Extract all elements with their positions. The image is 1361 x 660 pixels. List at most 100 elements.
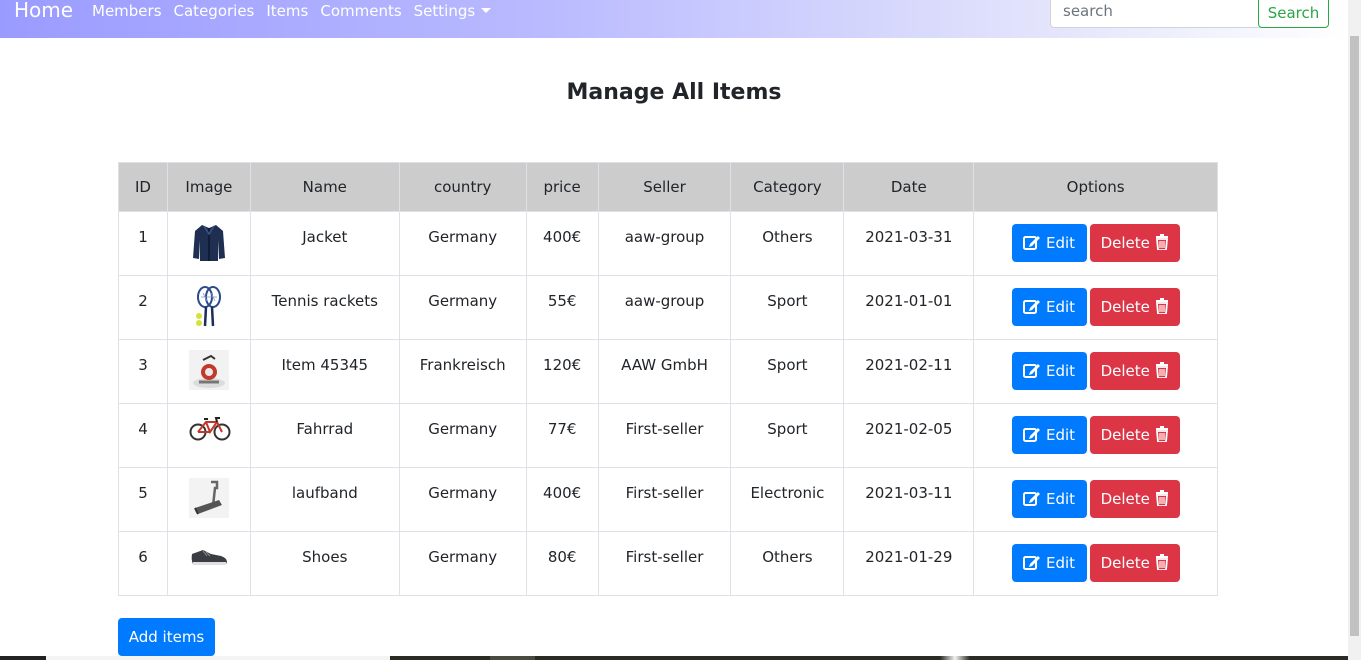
cell-name: laufband: [249, 467, 400, 532]
col-header-image: Image: [166, 162, 251, 212]
cell-seller: AAW GmbH: [597, 339, 732, 404]
cell-options: Edit Delete: [973, 275, 1218, 340]
edit-button[interactable]: Edit: [1011, 544, 1087, 582]
cell-id: 3: [118, 339, 168, 404]
delete-label: Delete: [1100, 362, 1150, 380]
edit-icon: [1023, 364, 1041, 378]
cell-country: Germany: [398, 211, 527, 276]
delete-label: Delete: [1100, 554, 1150, 572]
col-header-options: Options: [973, 162, 1218, 212]
cell-id: 5: [118, 467, 168, 532]
cell-image: [166, 531, 251, 596]
edit-label: Edit: [1045, 426, 1076, 444]
cell-options: Edit Delete: [973, 467, 1218, 532]
exercise-bike-image: [188, 350, 229, 390]
trash-icon: [1155, 554, 1168, 571]
cell-category: Sport: [730, 275, 845, 340]
delete-button[interactable]: Delete: [1089, 352, 1180, 390]
cell-country: Germany: [398, 275, 527, 340]
trash-icon: [1155, 362, 1168, 379]
cell-options: Edit Delete: [973, 339, 1218, 404]
cell-country: Germany: [398, 531, 527, 596]
add-items-button[interactable]: Add items: [118, 618, 215, 656]
nav-link-categories[interactable]: Categories: [174, 2, 255, 20]
trash-icon: [1155, 298, 1168, 315]
table-row: 3 Item 45345 Frankreisch 120€ AAW GmbH Sport 2…: [118, 339, 1218, 404]
delete-label: Delete: [1100, 298, 1150, 316]
cell-options: Edit Delete: [973, 531, 1218, 596]
edit-icon: [1023, 556, 1041, 570]
cell-id: 1: [118, 211, 168, 276]
delete-label: Delete: [1100, 426, 1150, 444]
delete-button[interactable]: Delete: [1089, 416, 1180, 454]
cell-country: Germany: [398, 467, 527, 532]
cell-date: 2021-03-31: [843, 211, 975, 276]
cell-id: 2: [118, 275, 168, 340]
tennis-rackets-image: [189, 286, 229, 327]
table-row: 4 Fahrrad Germany 77€ First-seller Sport 2021-…: [118, 403, 1218, 468]
taskbar-strip: [0, 656, 1348, 660]
cell-seller: First-seller: [597, 467, 732, 532]
edit-label: Edit: [1045, 234, 1076, 252]
cell-category: Sport: [730, 339, 845, 404]
caret-down-icon: [481, 8, 492, 13]
table-row: 5 laufband Germany 400€ First-seller Electron…: [118, 467, 1218, 532]
delete-button[interactable]: Delete: [1089, 288, 1180, 326]
delete-label: Delete: [1100, 234, 1150, 252]
cell-id: 4: [118, 403, 168, 468]
nav-link-items[interactable]: Items: [266, 2, 308, 20]
items-table: ID Image Name country price Seller Categ…: [118, 162, 1218, 596]
cell-country: Frankreisch: [398, 339, 527, 404]
nav-link-members[interactable]: Members: [92, 2, 162, 20]
cell-image: [166, 403, 251, 468]
search-input[interactable]: [1050, 0, 1262, 28]
col-header-seller: Seller: [597, 162, 732, 212]
col-header-date: Date: [843, 162, 975, 212]
cell-date: 2021-01-01: [843, 275, 975, 340]
shoe-image: [189, 542, 229, 582]
edit-icon: [1023, 236, 1041, 250]
vertical-scrollbar[interactable]: [1348, 0, 1361, 660]
navbar: Home Members Categories Items Comments S…: [0, 0, 1348, 38]
cell-id: 6: [118, 531, 168, 596]
delete-button[interactable]: Delete: [1089, 544, 1180, 582]
cell-price: 120€: [525, 339, 599, 404]
edit-button[interactable]: Edit: [1011, 416, 1087, 454]
cell-price: 55€: [525, 275, 599, 340]
scrollbar-thumb[interactable]: [1350, 36, 1359, 636]
edit-label: Edit: [1045, 362, 1076, 380]
cell-name: Shoes: [249, 531, 400, 596]
cell-name: Item 45345: [249, 339, 400, 404]
col-header-country: country: [398, 162, 527, 212]
col-header-name: Name: [249, 162, 400, 212]
cell-name: Jacket: [249, 211, 400, 276]
cell-category: Others: [730, 211, 845, 276]
table-row: 1 Jacket Germany 400€ aaw-group Others 2021-03…: [118, 211, 1218, 276]
edit-button[interactable]: Edit: [1011, 352, 1087, 390]
cell-image: [166, 339, 251, 404]
cell-date: 2021-02-05: [843, 403, 975, 468]
edit-icon: [1023, 428, 1041, 442]
edit-button[interactable]: Edit: [1011, 224, 1087, 262]
treadmill-image: [188, 478, 229, 518]
page-title: Manage All Items: [566, 80, 782, 105]
cell-seller: aaw-group: [597, 211, 732, 276]
nav-dropdown-settings[interactable]: Settings: [414, 2, 492, 20]
search-button[interactable]: Search: [1258, 0, 1329, 28]
cell-category: Others: [730, 531, 845, 596]
delete-button[interactable]: Delete: [1089, 224, 1180, 262]
edit-button[interactable]: Edit: [1011, 288, 1087, 326]
cell-seller: First-seller: [597, 403, 732, 468]
cell-country: Germany: [398, 403, 527, 468]
delete-button[interactable]: Delete: [1089, 480, 1180, 518]
cell-date: 2021-03-11: [843, 467, 975, 532]
table-row: 2 Tennis rackets Germany 55€ aaw-group Sport 2…: [118, 275, 1218, 340]
jacket-image: [189, 222, 229, 262]
cell-date: 2021-01-29: [843, 531, 975, 596]
trash-icon: [1155, 426, 1168, 443]
nav-brand-home[interactable]: Home: [14, 0, 73, 22]
cell-image: [166, 275, 251, 340]
col-header-id: ID: [118, 162, 168, 212]
nav-link-comments[interactable]: Comments: [320, 2, 401, 20]
edit-button[interactable]: Edit: [1011, 480, 1087, 518]
